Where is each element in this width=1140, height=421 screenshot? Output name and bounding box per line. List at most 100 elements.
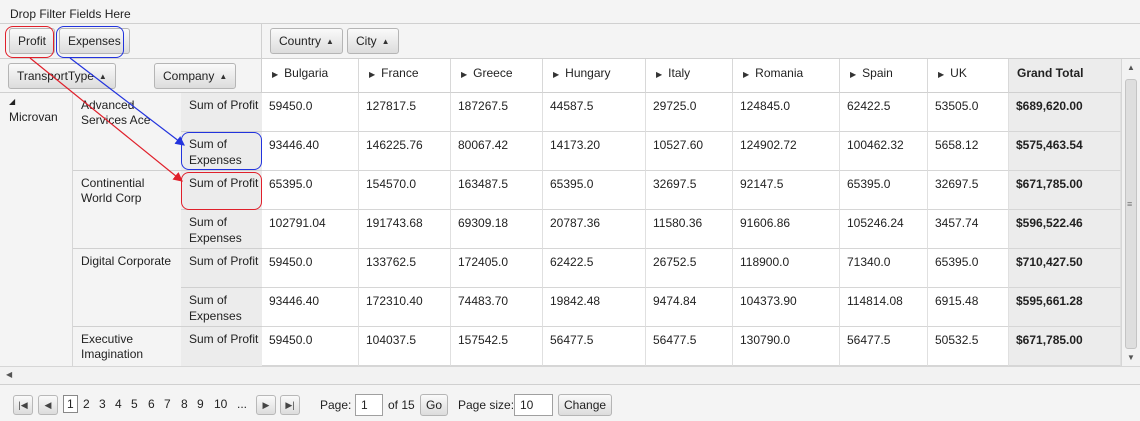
- prev-page-button[interactable]: ◀: [38, 395, 58, 415]
- col-header-label: Hungary: [565, 66, 611, 80]
- col-header-hungary[interactable]: ▶ Hungary: [543, 59, 646, 93]
- col-header-uk[interactable]: ▶ UK: [928, 59, 1009, 93]
- data-cell: 14173.20: [543, 132, 646, 171]
- filter-drop-zone[interactable]: Drop Filter Fields Here: [0, 0, 1140, 24]
- row-header-company[interactable]: Advanced Services Ace: [73, 93, 181, 171]
- grand-total-header-label: Grand Total: [1017, 66, 1084, 80]
- data-cell: 56477.5: [840, 327, 928, 366]
- collapse-icon[interactable]: ◢: [9, 97, 72, 107]
- data-cell: 114814.08: [840, 288, 928, 327]
- expand-icon: ▶: [369, 70, 376, 79]
- change-button[interactable]: Change: [558, 394, 613, 416]
- data-cell: 130790.0: [733, 327, 840, 366]
- row-header-company[interactable]: Continential World Corp: [73, 171, 181, 249]
- sum-of-expenses-highlight: [181, 132, 262, 170]
- data-cell: 62422.5: [543, 249, 646, 288]
- company-label: Executive Imagination: [81, 332, 144, 361]
- measure-label: Sum of Profit: [181, 93, 262, 132]
- row-header-company[interactable]: Executive Imagination: [73, 327, 181, 366]
- col-header-romania[interactable]: ▶ Romania: [733, 59, 840, 93]
- page-size-input[interactable]: 10: [514, 394, 553, 416]
- grand-total-cell: $671,785.00: [1009, 171, 1121, 210]
- page-number-link[interactable]: 10: [214, 397, 227, 411]
- data-cell: 62422.5: [840, 93, 928, 132]
- company-label: Advanced Services Ace: [81, 98, 151, 127]
- horizontal-scrollbar[interactable]: ◀: [0, 366, 1140, 385]
- expand-icon: ▶: [461, 70, 468, 79]
- row-header-transport[interactable]: ◢ Microvan: [0, 93, 73, 366]
- filter-drop-zone-label: Drop Filter Fields Here: [10, 7, 131, 21]
- column-field-city[interactable]: City ▲: [347, 28, 399, 54]
- row-header-transport-label: Microvan: [9, 110, 58, 124]
- col-header-label: Spain: [862, 66, 893, 80]
- col-header-italy[interactable]: ▶ Italy: [646, 59, 733, 93]
- data-cell: 26752.5: [646, 249, 733, 288]
- col-header-label: France: [381, 66, 419, 80]
- data-cell: 124845.0: [733, 93, 840, 132]
- next-page-button[interactable]: ▶: [256, 395, 276, 415]
- col-header-greece[interactable]: ▶ Greece: [451, 59, 543, 93]
- data-cell: 50532.5: [928, 327, 1009, 366]
- col-header-label: UK: [950, 66, 967, 80]
- data-cell: 104037.5: [359, 327, 451, 366]
- page-number-link[interactable]: 7: [164, 397, 171, 411]
- data-cell: 105246.24: [840, 210, 928, 249]
- row-fields-zone[interactable]: TransportType ▲ Company ▲: [0, 59, 262, 93]
- page-number-link[interactable]: 6: [148, 397, 155, 411]
- data-cell: 32697.5: [646, 171, 733, 210]
- row-field-transport-type[interactable]: TransportType ▲: [8, 63, 116, 89]
- page-label: Page:: [320, 398, 352, 412]
- row-header-company[interactable]: Digital Corporate: [73, 249, 181, 327]
- go-button[interactable]: Go: [420, 394, 449, 416]
- col-header-france[interactable]: ▶ France: [359, 59, 451, 93]
- page-number-link[interactable]: 3: [99, 397, 106, 411]
- sort-up-icon: ▲: [326, 36, 334, 46]
- data-cell: 6915.48: [928, 288, 1009, 327]
- row-field-company[interactable]: Company ▲: [154, 63, 237, 89]
- sort-up-icon: ▲: [98, 71, 107, 81]
- scroll-down-icon[interactable]: ▼: [1127, 353, 1135, 362]
- vertical-scrollbar[interactable]: ▲ ≡ ▼: [1121, 59, 1140, 366]
- col-header-bulgaria[interactable]: ▶ Bulgaria: [262, 59, 359, 93]
- col-header-label: Italy: [668, 66, 691, 80]
- data-cell: 56477.5: [646, 327, 733, 366]
- data-cell: 191743.68: [359, 210, 451, 249]
- expand-icon: ▶: [656, 70, 663, 79]
- column-field-city-label: City: [356, 34, 377, 48]
- page-number-link[interactable]: 8: [181, 397, 188, 411]
- page-number-link[interactable]: 5: [131, 397, 138, 411]
- scroll-left-icon[interactable]: ◀: [6, 370, 12, 379]
- data-cell: 9474.84: [646, 288, 733, 327]
- data-cell: 80067.42: [451, 132, 543, 171]
- page-number-link[interactable]: 4: [115, 397, 122, 411]
- page-ellipsis[interactable]: ...: [237, 397, 247, 411]
- expand-icon: ▶: [850, 70, 857, 79]
- row-field-transport-type-label: TransportType: [17, 69, 94, 83]
- page-number-link[interactable]: 2: [83, 397, 90, 411]
- grand-total-cell: $671,785.00: [1009, 327, 1121, 366]
- data-cell: 59450.0: [262, 93, 359, 132]
- col-header-label: Romania: [755, 66, 804, 80]
- data-cell: 11580.36: [646, 210, 733, 249]
- scroll-up-icon[interactable]: ▲: [1122, 63, 1140, 72]
- data-cell: 92147.5: [733, 171, 840, 210]
- page-input[interactable]: 1: [355, 394, 383, 416]
- pager-bar: |◀ ◀ 1 2 3 4 5 6 7 8 9 10... ▶ ▶| Page: 1 of 15 G…: [0, 385, 1140, 421]
- data-cell: 104373.90: [733, 288, 840, 327]
- measure-label: Sum of Profit: [181, 249, 262, 288]
- page-number-link[interactable]: 1: [63, 395, 78, 413]
- data-cell: 29725.0: [646, 93, 733, 132]
- company-label: Continential World Corp: [81, 176, 145, 205]
- column-fields-zone[interactable]: Country ▲ City ▲: [262, 24, 1140, 59]
- col-header-spain[interactable]: ▶ Spain: [840, 59, 928, 93]
- first-page-button[interactable]: |◀: [13, 395, 33, 415]
- data-cell: 10527.60: [646, 132, 733, 171]
- page-number-link[interactable]: 9: [197, 397, 204, 411]
- grand-total-header: Grand Total: [1009, 59, 1121, 93]
- sort-up-icon: ▲: [219, 71, 228, 81]
- scroll-thumb[interactable]: [1125, 79, 1137, 349]
- data-cell: 44587.5: [543, 93, 646, 132]
- data-cell: 71340.0: [840, 249, 928, 288]
- last-page-button[interactable]: ▶|: [280, 395, 300, 415]
- column-field-country[interactable]: Country ▲: [270, 28, 343, 54]
